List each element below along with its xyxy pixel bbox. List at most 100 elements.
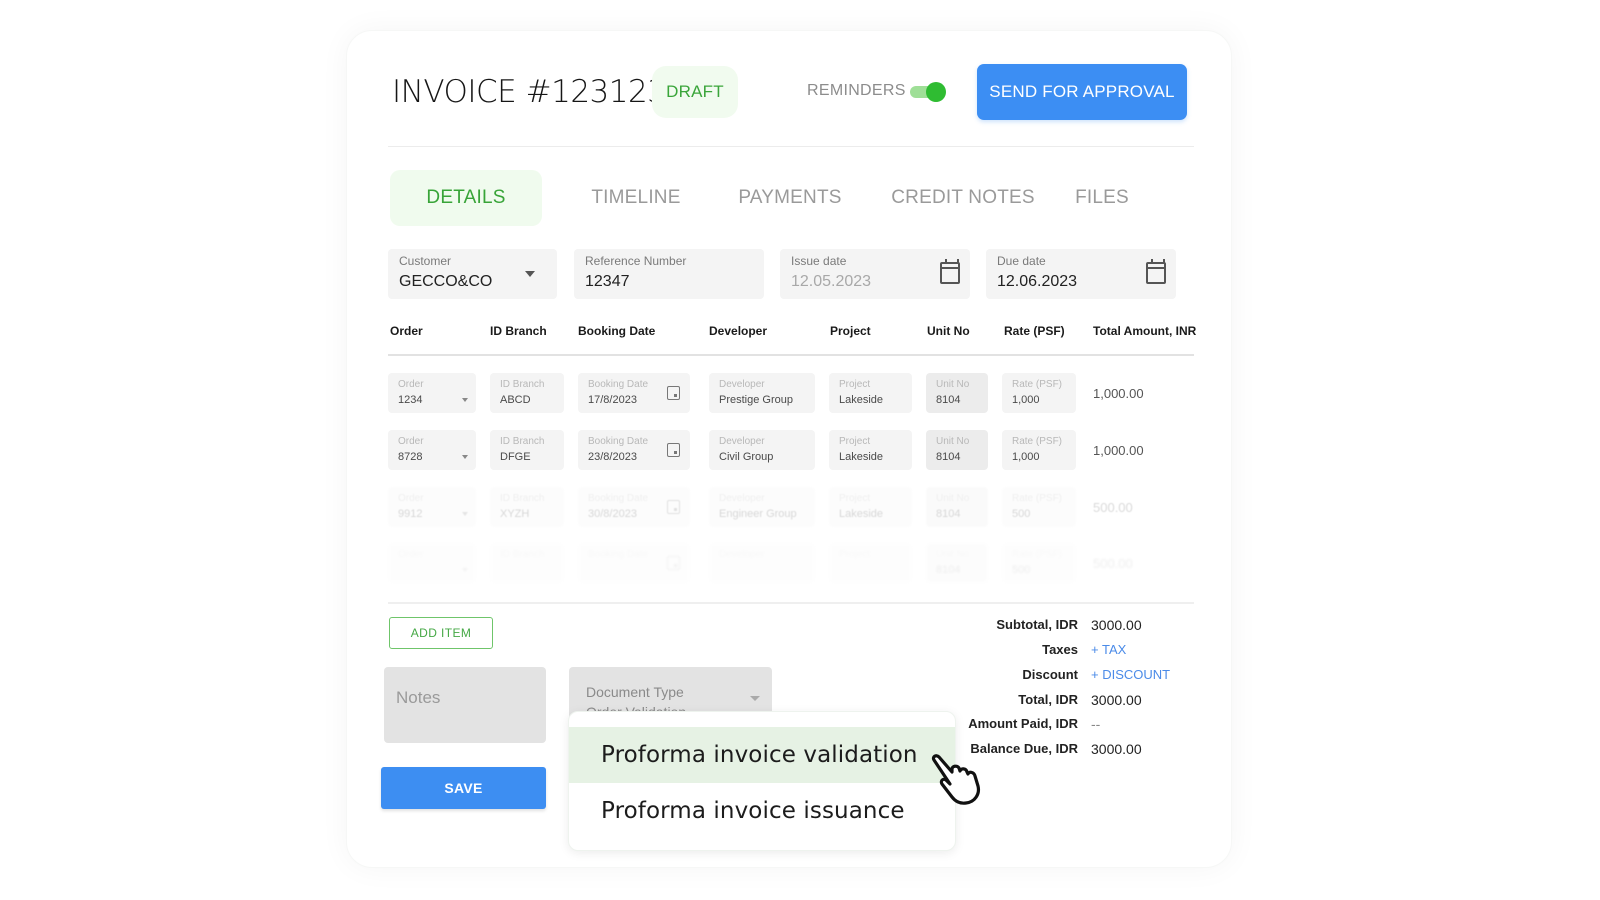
tab-credit-notes[interactable]: CREDIT NOTES — [890, 170, 1036, 226]
id-branch-cell-value: XYZH — [500, 508, 530, 520]
order-cell-value: 1234 — [398, 394, 423, 406]
order-cell[interactable]: Order 8728 — [388, 430, 476, 470]
id-branch-cell[interactable]: ID Branch XYZH — [490, 487, 564, 527]
developer-cell-label: Developer — [719, 493, 765, 504]
document-type-label: Document Type — [586, 684, 684, 700]
calendar-icon[interactable] — [940, 259, 960, 284]
totals-label: Balance Due, IDR — [970, 741, 1078, 756]
order-cell[interactable]: Order 1234 — [388, 373, 476, 413]
developer-cell[interactable]: Developer — [709, 543, 815, 583]
items-table-header: Order ID Branch Booking Date Developer P… — [390, 324, 1197, 344]
order-cell-label: Order — [398, 549, 424, 560]
totals-value: 3000.00 — [1091, 741, 1142, 757]
notes-input[interactable]: Notes — [384, 667, 546, 743]
invoice-header: INVOICE #123123 DRAFT REMINDERS SEND FOR… — [392, 62, 1192, 122]
totals-label: Taxes — [1042, 642, 1078, 657]
rate-cell[interactable]: Rate (PSF) 500 — [1002, 487, 1076, 527]
totals-row: Taxes + TAX — [940, 642, 1200, 662]
order-cell-value: 9912 — [398, 508, 423, 520]
reference-value: 12347 — [585, 273, 630, 290]
developer-cell[interactable]: Developer Civil Group — [709, 430, 815, 470]
issue-date-field[interactable]: Issue date 12.05.2023 — [780, 249, 970, 299]
customer-select[interactable]: Customer GECCO&CO — [388, 249, 557, 299]
unit-no-cell[interactable]: Unit No 8104 — [926, 487, 988, 527]
calendar-icon[interactable] — [667, 386, 680, 400]
booking-date-cell[interactable]: Booking Date — [578, 543, 690, 583]
reminders-toggle[interactable] — [910, 82, 946, 102]
developer-cell-label: Developer — [719, 549, 765, 560]
order-cell-label: Order — [398, 379, 424, 390]
project-cell-value: Lakeside — [839, 451, 884, 463]
column-header-rate: Rate (PSF) — [1004, 324, 1065, 338]
calendar-icon[interactable] — [667, 443, 680, 457]
totals-row: Subtotal, IDR 3000.00 — [940, 617, 1200, 637]
project-cell-label: Project — [839, 436, 871, 447]
booking-date-cell-value: 17/8/2023 — [588, 394, 637, 406]
rate-cell-value: 500 — [1012, 564, 1031, 576]
chevron-down-icon — [462, 512, 468, 516]
booking-date-cell[interactable]: Booking Date 23/8/2023 — [578, 430, 690, 470]
unit-no-cell[interactable]: Unit No 8104 — [926, 543, 988, 583]
totals-row: Amount Paid, IDR -- — [940, 716, 1200, 736]
id-branch-cell[interactable]: ID Branch ABCD — [490, 373, 564, 413]
add-item-button[interactable]: ADD ITEM — [389, 617, 493, 649]
due-date-field[interactable]: Due date 12.06.2023 — [986, 249, 1176, 299]
totals-row: Discount + DISCOUNT — [940, 667, 1200, 687]
id-branch-cell[interactable]: ID Branch — [490, 543, 564, 583]
tab-timeline[interactable]: TIMELINE — [588, 170, 684, 226]
order-cell[interactable]: Order — [388, 543, 476, 583]
project-cell[interactable]: Project Lakeside — [829, 430, 912, 470]
tab-details[interactable]: DETAILS — [390, 170, 542, 226]
dropdown-option-proforma-validation[interactable]: Proforma invoice validation — [569, 727, 955, 783]
column-header-total-amount: Total Amount, INR — [1093, 324, 1197, 338]
column-header-booking-date: Booking Date — [578, 324, 656, 338]
reminders-label: REMINDERS — [807, 82, 906, 99]
dropdown-option-proforma-issuance[interactable]: Proforma invoice issuance — [569, 783, 955, 839]
rate-cell[interactable]: Rate (PSF) 500 — [1002, 543, 1076, 583]
id-branch-cell-label: ID Branch — [500, 549, 545, 560]
booking-date-cell-label: Booking Date — [588, 493, 649, 504]
issue-date-value: 12.05.2023 — [791, 273, 872, 290]
unit-no-cell[interactable]: Unit No 8104 — [926, 430, 988, 470]
totals-value: -- — [1091, 716, 1101, 732]
calendar-icon[interactable] — [1146, 259, 1166, 284]
booking-date-cell[interactable]: Booking Date 17/8/2023 — [578, 373, 690, 413]
developer-cell-value: Prestige Group — [719, 394, 793, 406]
project-cell[interactable]: Project Lakeside — [829, 373, 912, 413]
rate-cell-value: 500 — [1012, 508, 1031, 520]
rate-cell[interactable]: Rate (PSF) 1,000 — [1002, 373, 1076, 413]
tab-payments[interactable]: PAYMENTS — [734, 170, 846, 226]
tab-files[interactable]: FILES — [1074, 170, 1130, 226]
developer-cell[interactable]: Developer Engineer Group — [709, 487, 815, 527]
project-cell[interactable]: Project Lakeside — [829, 487, 912, 527]
rate-cell[interactable]: Rate (PSF) 1,000 — [1002, 430, 1076, 470]
unit-no-cell[interactable]: Unit No 8104 — [926, 373, 988, 413]
unit-no-cell-value: 8104 — [936, 564, 961, 576]
totals-value: 3000.00 — [1091, 692, 1142, 708]
table-footer-divider — [388, 602, 1194, 604]
booking-date-cell[interactable]: Booking Date 30/8/2023 — [578, 487, 690, 527]
developer-cell[interactable]: Developer Prestige Group — [709, 373, 815, 413]
column-header-id-branch: ID Branch — [490, 324, 547, 338]
unit-no-cell-label: Unit No — [936, 379, 970, 390]
booking-date-cell-label: Booking Date — [588, 379, 649, 390]
project-cell[interactable]: Project — [829, 543, 912, 583]
calendar-icon[interactable] — [667, 500, 680, 514]
add-discount-link[interactable]: + DISCOUNT — [1091, 667, 1170, 682]
totals-label: Amount Paid, IDR — [968, 716, 1078, 731]
add-tax-link[interactable]: + TAX — [1091, 642, 1126, 657]
chevron-down-icon — [462, 568, 468, 572]
id-branch-cell[interactable]: ID Branch DFGE — [490, 430, 564, 470]
total-amount-value: 1,000.00 — [1093, 386, 1144, 401]
table-row: Order 9912 ID Branch XYZH Booking Date 30/8/2… — [388, 487, 1194, 529]
send-for-approval-button[interactable]: SEND FOR APPROVAL — [977, 64, 1187, 120]
column-header-developer: Developer — [709, 324, 768, 338]
save-button[interactable]: SAVE — [381, 767, 546, 809]
calendar-icon[interactable] — [667, 556, 680, 570]
unit-no-cell-label: Unit No — [936, 549, 970, 560]
invoice-fields: Customer GECCO&CO Reference Number 12347… — [388, 249, 1188, 299]
order-cell[interactable]: Order 9912 — [388, 487, 476, 527]
column-header-unit-no: Unit No — [927, 324, 970, 338]
reference-number-field[interactable]: Reference Number 12347 — [574, 249, 764, 299]
chevron-down-icon — [525, 271, 535, 277]
